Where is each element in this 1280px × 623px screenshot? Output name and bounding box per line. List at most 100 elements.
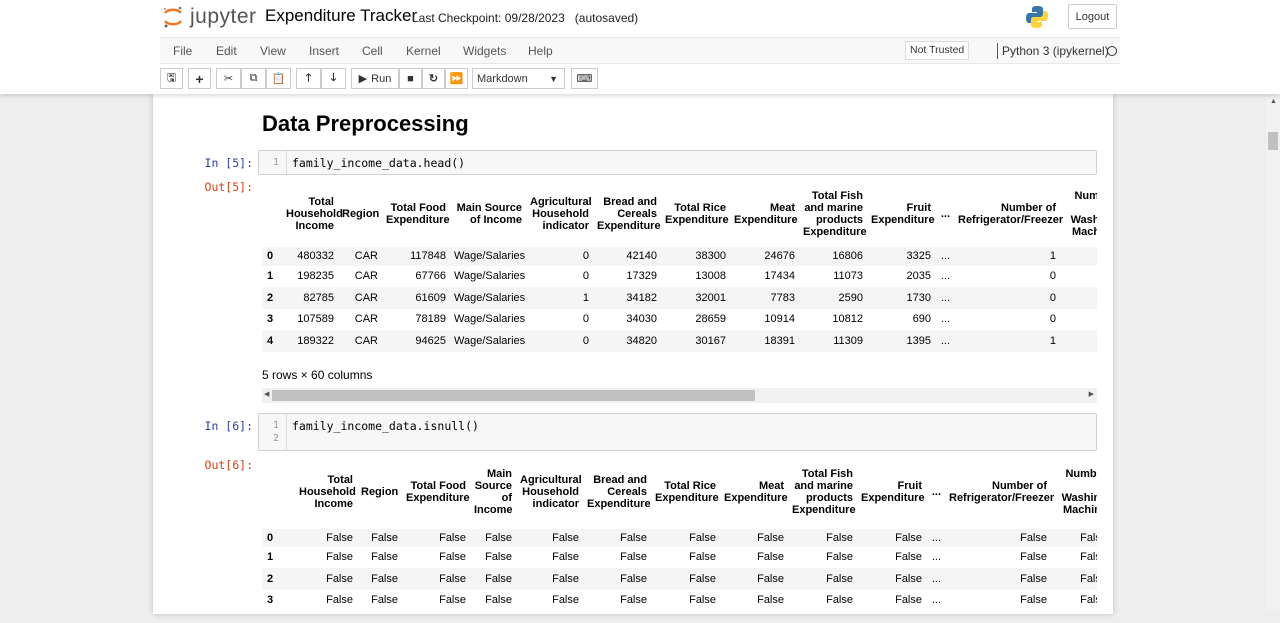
paste-button[interactable]: 📋: [266, 68, 291, 89]
table-cell: ...: [940, 313, 950, 326]
plus-icon: +: [195, 70, 204, 87]
move-up-button[interactable]: 🡑: [296, 68, 321, 89]
table-cell: [1060, 266, 1097, 288]
notebook-title[interactable]: Expenditure Tracker: [265, 6, 417, 26]
menu-help[interactable]: Help: [528, 44, 553, 58]
row-index: 0: [267, 250, 274, 263]
table-row: 2 False False False False False False False Fals…: [262, 568, 1097, 590]
table-row: 3 False False False False False False False Fals…: [262, 590, 1097, 612]
line-number-gutter: 1 2: [259, 414, 287, 450]
scrollbar-thumb[interactable]: [272, 390, 755, 401]
column-header: Total Fish and marine products Expenditu…: [788, 463, 857, 526]
menu-insert[interactable]: Insert: [309, 44, 339, 58]
table-cell: 34182: [626, 291, 657, 304]
checkpoint-text: Last Checkpoint: 09/28/2023: [412, 11, 565, 25]
line-number-gutter: 1: [259, 151, 287, 174]
menu-view[interactable]: View: [260, 44, 286, 58]
table-cell: 1395: [906, 334, 931, 347]
menu-edit[interactable]: Edit: [216, 44, 237, 58]
table-cell: 107589: [297, 313, 334, 326]
table-cell: 0: [1049, 313, 1056, 326]
insert-cell-button[interactable]: +: [188, 68, 211, 89]
trust-button[interactable]: Not Trusted: [905, 41, 970, 60]
line-number: 2: [272, 433, 279, 444]
table-row: 0 480332 CAR 117848 Wage/Salaries 0 42140 38300…: [262, 244, 1097, 266]
table-cell: 189322: [297, 334, 334, 347]
table-cell: ...: [931, 531, 941, 544]
table-cell: False: [757, 551, 784, 564]
cut-button[interactable]: ✂: [216, 68, 241, 89]
column-header: Region: [338, 186, 382, 245]
logo-text: jupyter: [190, 5, 257, 28]
cell-type-select[interactable]: Markdown ▼: [472, 68, 565, 89]
save-button[interactable]: 🖫: [160, 68, 183, 89]
logout-button[interactable]: Logout: [1068, 4, 1117, 29]
code-cell-input[interactable]: 1 family_income_data.head(): [258, 150, 1097, 175]
table-cell: 42140: [626, 250, 657, 263]
menu-kernel[interactable]: Kernel: [406, 44, 441, 58]
code-cell-input[interactable]: 1 2 family_income_data.isnull(): [258, 413, 1097, 451]
kernel-idle-indicator-icon: [1107, 46, 1117, 56]
table-cell: [1060, 244, 1097, 266]
paste-icon: 📋: [271, 73, 286, 85]
column-header: Number of Refrigerator/Freezer: [945, 463, 1054, 526]
table-cell: False: [485, 594, 512, 607]
column-header: Agricultural Household indicator: [516, 463, 583, 526]
kernel-name[interactable]: Python 3 (ipykernel): [1002, 44, 1109, 58]
interrupt-button[interactable]: ■: [399, 68, 422, 89]
table-cell: 2590: [838, 291, 863, 304]
table-cell: CAR: [354, 313, 378, 326]
table-cell: 0: [582, 334, 589, 347]
run-button[interactable]: ▶ Run: [351, 68, 399, 89]
table-cell: 7783: [770, 291, 795, 304]
table-cell: False: [326, 551, 353, 564]
scroll-left-icon[interactable]: ◀: [264, 390, 269, 398]
column-header: [262, 186, 282, 245]
input-prompt: In [5]:: [204, 156, 253, 170]
horizontal-scrollbar[interactable]: ◀ ▶: [262, 388, 1097, 403]
table-cell: 16806: [832, 250, 863, 263]
scrollbar-thumb[interactable]: [1268, 132, 1278, 150]
table-cell: False: [485, 572, 512, 585]
column-header: Meat Expenditure: [720, 463, 788, 526]
command-palette-button[interactable]: ⌨: [571, 68, 598, 89]
table-cell: 32001: [695, 291, 726, 304]
column-header: Total Fish and marine products Expenditu…: [799, 186, 867, 245]
menu-file[interactable]: File: [173, 44, 192, 58]
fast-forward-icon: ⏩: [449, 73, 464, 85]
output-prompt: Out[5]:: [204, 180, 253, 194]
menu-cell[interactable]: Cell: [362, 44, 383, 58]
table-cell: 28659: [695, 313, 726, 326]
table-cell: CAR: [354, 334, 378, 347]
column-header: Region: [357, 463, 402, 526]
page-scrollbar[interactable]: ▲: [1266, 94, 1280, 610]
table-cell: False: [620, 531, 647, 544]
table-cell: 0: [582, 270, 589, 283]
stop-icon: ■: [407, 72, 414, 85]
markdown-heading[interactable]: Data Preprocessing: [262, 111, 469, 137]
menubar: File Edit View Insert Cell Kernel Widget…: [160, 37, 1120, 64]
column-header: ...: [926, 463, 945, 526]
jupyter-logo[interactable]: jupyter: [162, 5, 257, 29]
scroll-right-icon[interactable]: ▶: [1089, 390, 1094, 398]
table-cell: False: [689, 551, 716, 564]
table-cell: False: [620, 572, 647, 585]
table-cell: False: [439, 551, 466, 564]
table-cell: False: [552, 572, 579, 585]
scroll-up-icon[interactable]: ▲: [1270, 98, 1277, 105]
move-down-button[interactable]: 🡓: [321, 68, 346, 89]
table-cell: 117848: [410, 250, 446, 263]
column-header: Number of Washing Machine: [1051, 463, 1097, 526]
restart-button[interactable]: ↻: [422, 68, 445, 89]
dataframe-shape: 5 rows × 60 columns: [262, 368, 373, 382]
table-cell: 61609: [415, 291, 446, 304]
table-cell: 0: [582, 313, 589, 326]
column-header: Total Rice Expenditure: [651, 463, 720, 526]
restart-run-all-button[interactable]: ⏩: [445, 68, 468, 89]
table-cell: False: [1080, 594, 1097, 607]
table-cell: [1060, 309, 1097, 331]
output-prompt: Out[6]:: [204, 458, 253, 472]
copy-button[interactable]: ⧉: [241, 68, 266, 89]
row-index: 2: [267, 291, 274, 304]
menu-widgets[interactable]: Widgets: [463, 44, 506, 58]
